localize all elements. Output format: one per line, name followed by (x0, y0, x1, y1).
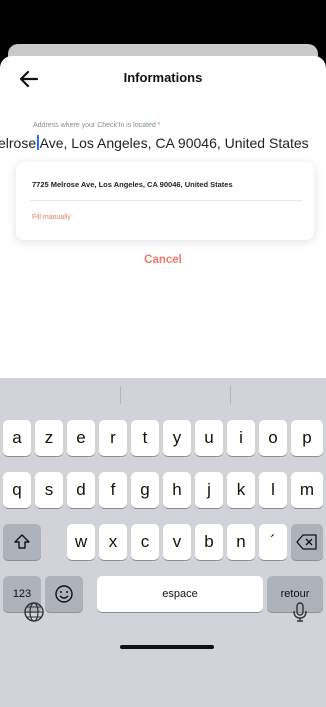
text-cursor (37, 135, 39, 150)
key-m[interactable]: m (291, 472, 323, 508)
key-q[interactable]: q (3, 472, 31, 508)
divider (30, 200, 302, 201)
address-text-after-cursor: Ave, Los Angeles, CA 90046, United State… (39, 135, 309, 151)
key-accent[interactable]: ´ (259, 524, 287, 560)
address-text-before-cursor: elrose (0, 135, 37, 151)
address-field-label: Address where your Check'In is located * (33, 122, 160, 129)
prediction-divider (120, 386, 121, 404)
key-c[interactable]: c (131, 524, 159, 560)
emoji-icon (55, 585, 73, 603)
space-key[interactable]: espace (97, 576, 263, 612)
key-u[interactable]: u (195, 420, 223, 456)
key-k[interactable]: k (227, 472, 255, 508)
key-y[interactable]: y (163, 420, 191, 456)
microphone-icon[interactable] (288, 600, 312, 624)
suggestion-item[interactable]: 7725 Melrose Ave, Los Angeles, CA 90046,… (32, 180, 233, 189)
key-a[interactable]: a (3, 420, 31, 456)
key-x[interactable]: x (99, 524, 127, 560)
key-j[interactable]: j (195, 472, 223, 508)
key-o[interactable]: o (259, 420, 287, 456)
fill-manually-link[interactable]: Fill manually (32, 214, 71, 221)
shift-icon (14, 534, 30, 549)
address-value-start: elrose Ave, Los Angeles, CA 90046, United… (0, 135, 309, 151)
keyboard: a z e r t y u i o p q s d f g h j k l m … (0, 378, 326, 707)
globe-icon[interactable] (22, 600, 46, 624)
key-p[interactable]: p (291, 420, 323, 456)
key-t[interactable]: t (131, 420, 159, 456)
backspace-icon (296, 534, 317, 550)
key-r[interactable]: r (99, 420, 127, 456)
nav-bar: Informations (0, 66, 326, 92)
key-w[interactable]: w (67, 524, 95, 560)
emoji-key[interactable] (45, 576, 83, 612)
key-e[interactable]: e (67, 420, 95, 456)
address-suggestions-dropdown: 7725 Melrose Ave, Los Angeles, CA 90046,… (16, 162, 314, 240)
page-title: Informations (123, 70, 203, 85)
cancel-button[interactable]: Cancel (0, 254, 326, 266)
key-d[interactable]: d (67, 472, 95, 508)
prediction-divider (230, 386, 231, 404)
shift-key[interactable] (3, 524, 41, 560)
key-l[interactable]: l (259, 472, 287, 508)
prediction-bar (0, 378, 326, 412)
key-s[interactable]: s (35, 472, 63, 508)
key-z[interactable]: z (35, 420, 63, 456)
backspace-key[interactable] (291, 524, 323, 560)
key-f[interactable]: f (99, 472, 127, 508)
key-h[interactable]: h (163, 472, 191, 508)
key-n[interactable]: n (227, 524, 255, 560)
address-input[interactable]: elrose Ave, Los Angeles, CA 90046, United… (0, 135, 326, 157)
key-g[interactable]: g (131, 472, 159, 508)
required-marker: * (157, 122, 161, 129)
home-indicator (120, 645, 214, 649)
key-b[interactable]: b (195, 524, 223, 560)
key-i[interactable]: i (227, 420, 255, 456)
key-v[interactable]: v (163, 524, 191, 560)
address-label-text: Address where your Check'In is located (33, 122, 156, 129)
